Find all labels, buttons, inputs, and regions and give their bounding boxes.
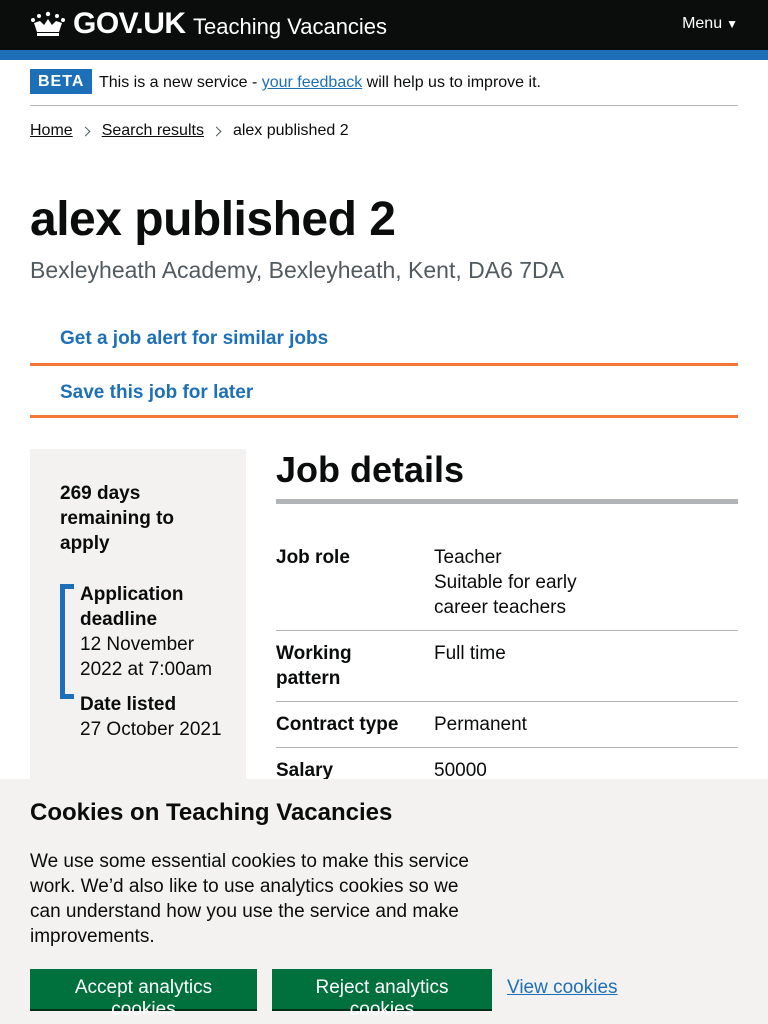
summary-key: Working pattern [276,643,352,689]
accept-cookies-button[interactable]: Accept analytics cookies [30,969,257,1020]
cookie-banner-heading: Cookies on Teaching Vacancies [30,799,393,826]
summary-row: Job role Teacher Suitable for early care… [276,545,738,631]
summary-row: Contract type Permanent [276,712,738,748]
phase-banner: BETA This is a new service - your feedba… [30,68,738,106]
header-blue-rule [0,50,768,60]
save-job-link[interactable]: Save this job for later [60,382,253,404]
feedback-link[interactable]: your feedback [262,74,363,91]
summary-value-line: Teacher [434,547,502,568]
summary-value: Permanent [434,714,527,735]
summary-key: Contract type [276,714,399,735]
timeline-item-listed: Date listed 27 October 2021 [80,692,230,742]
summary-row: Working pattern Full time [276,641,738,702]
reject-cookies-button[interactable]: Reject analytics cookies [272,969,492,1020]
section-break [276,499,738,504]
view-cookies-link[interactable]: View cookies [507,977,618,999]
listed-label: Date listed [80,694,177,715]
cookie-banner: Cookies on Teaching Vacancies We use som… [0,779,768,1024]
breadcrumb: Home Search results alex published 2 [30,122,349,140]
timeline-bar [60,584,65,699]
phase-text-after: will help us to improve it. [362,74,541,91]
summary-value: Full time [434,643,506,664]
crown-icon [31,11,65,36]
govuk-logotype[interactable]: GOV.UK [73,7,186,41]
deadline-value: 12 November 2022 at 7:00am [80,634,213,680]
site-header: GOV.UK Teaching Vacancies Menu ▼ [0,0,768,50]
breadcrumb-current: alex published 2 [232,122,349,139]
job-alert-action: Get a job alert for similar jobs [30,316,738,366]
timeline-item-deadline: Application deadline 12 November 2022 at… [80,582,230,682]
summary-key: Job role [276,547,350,568]
deadline-sidebar: 269 days remaining to apply Application … [30,449,246,789]
menu-label: Menu [682,15,723,32]
job-alert-link[interactable]: Get a job alert for similar jobs [60,328,328,350]
phase-text-before: This is a new service - [99,74,262,91]
caret-down-icon: ▼ [726,17,738,31]
timeline-tick [60,584,74,589]
job-details-heading: Job details [276,449,465,490]
deadline-label: Application deadline [80,584,184,630]
cookie-banner-body: We use some essential cookies to make th… [30,851,469,947]
page-title: alex published 2 [30,193,396,246]
summary-value-line: Suitable for early career teachers [434,572,577,618]
days-remaining: 269 days remaining to apply [60,483,175,554]
timeline-tick [60,694,74,699]
save-job-action: Save this job for later [30,368,738,418]
beta-tag: BETA [30,69,93,94]
phase-banner-text: This is a new service - your feedback wi… [99,74,541,92]
breadcrumb-home[interactable]: Home [30,122,73,140]
listed-value: 27 October 2021 [80,719,222,740]
service-name[interactable]: Teaching Vacancies [193,14,387,40]
chevron-right-icon [80,126,91,136]
chevron-right-icon [211,126,222,136]
breadcrumb-search-results[interactable]: Search results [102,122,204,140]
summary-value: Teacher Suitable for early career teache… [434,545,734,620]
menu-button[interactable]: Menu ▼ [682,15,738,33]
job-location: Bexleyheath Academy, Bexleyheath, Kent, … [30,257,564,283]
